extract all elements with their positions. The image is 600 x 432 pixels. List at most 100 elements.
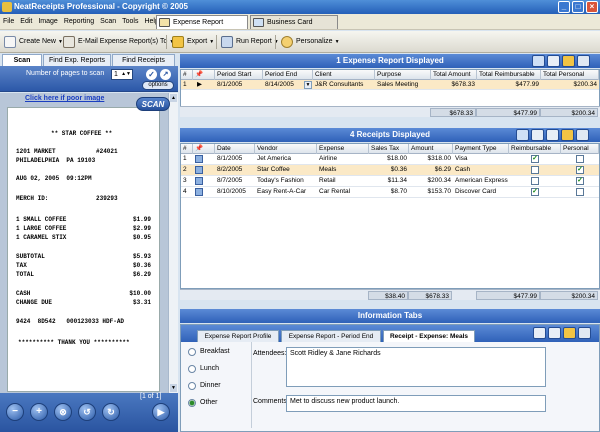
trash-icon[interactable] [576,129,589,141]
table-row[interactable]: 1 8/1/2005 Jet America Airline $18.00 $318.00… [181,154,599,165]
col-header[interactable]: Reimbursable [509,144,561,154]
col-header[interactable]: Date [215,144,255,154]
col-header[interactable]: Total Personal [541,70,599,80]
scroll-up-icon[interactable]: ▲ [170,94,177,102]
col-header[interactable]: # [181,70,193,80]
tab-expense-report-manager[interactable]: Expense Report Manager [156,15,248,40]
receipt-line: ********** THANK YOU ********** [18,339,130,346]
minimize-button[interactable]: _ [558,1,570,13]
tab-expense-report-period-end[interactable]: Expense Report - Period End [281,330,381,342]
reimbursable-checkbox[interactable] [531,166,539,174]
col-header[interactable]: Total Amount [431,70,477,80]
menu-image[interactable]: Image [35,14,60,30]
reimbursable-checkbox[interactable] [531,177,539,185]
print-icon[interactable] [532,55,545,67]
create-new-button[interactable]: Create New ▼ [4,35,63,49]
tab-receipt-expense-meals[interactable]: Receipt - Expense: Meals [383,330,475,342]
col-header[interactable]: Amount [409,144,453,154]
copy-icon[interactable] [548,327,561,339]
save-icon[interactable] [547,55,560,67]
rotate-right-icon[interactable]: ↻ [102,403,120,421]
reimbursable-checkbox[interactable]: ✓ [531,188,539,196]
table-row[interactable]: 2 8/2/2005 Star Coffee Meals $0.36 $6.29 Cash ✓ [181,165,599,176]
personal-checkbox[interactable] [576,155,584,163]
col-header[interactable]: Payment Type [453,144,509,154]
tab-business-card-manager[interactable]: Business Card Manager [250,15,338,40]
menu-scan[interactable]: Scan [97,14,119,30]
zoom-in-icon[interactable]: + [30,403,48,421]
col-header[interactable]: Period End [263,70,313,80]
scroll-down-icon[interactable]: ▼ [170,384,177,392]
cut-icon[interactable] [533,327,546,339]
scan-button[interactable]: SCAN [136,97,170,111]
personal-checkbox[interactable]: ✓ [576,166,584,174]
receipt-line: $3.31 [132,299,151,306]
radio-breakfast[interactable] [188,348,196,356]
pin-icon[interactable]: 📌 [193,70,215,80]
radio-other[interactable] [188,399,196,407]
menu-file[interactable]: File [0,14,17,30]
trash-icon[interactable] [578,327,591,339]
options-button[interactable]: options [142,81,174,90]
tab-expense-report-profile[interactable]: Expense Report Profile [197,330,279,342]
col-header[interactable]: Sales Tax [369,144,409,154]
print-icon[interactable] [516,129,529,141]
col-header[interactable]: Period Start [215,70,263,80]
table-row[interactable]: 4 8/10/2005 Easy Rent-A-Car Car Rental $8.70… [181,187,599,198]
col-header[interactable]: Vendor [255,144,317,154]
reimbursable-checkbox[interactable]: ✓ [531,155,539,163]
vertical-scrollbar[interactable]: ▲ ▼ [168,93,178,393]
col-header[interactable]: # [181,144,193,154]
copy-icon[interactable] [546,129,559,141]
col-header[interactable]: Total Reimbursable [477,70,541,80]
poor-image-link[interactable]: Click here if poor image [25,95,104,102]
delete-icon[interactable]: ⊗ [54,403,72,421]
radio-lunch[interactable] [188,365,196,373]
scan-settings-bar: Number of pages to scan 1 ▲▼ ✓ ↗ options [0,66,178,92]
personal-checkbox[interactable] [576,188,584,196]
new-document-icon [4,36,16,48]
table-row[interactable]: 3 8/7/2005 Today's Fashion Retail $11.34 $200… [181,176,599,187]
personalize-button[interactable]: Personalize ▼ [281,35,340,49]
menu-bar: File Edit Image Reporting Scan Tools Help Expe… [0,14,600,40]
menu-edit[interactable]: Edit [17,14,35,30]
tab-find-exp-reports[interactable]: Find Exp. Reports [43,54,111,66]
col-header[interactable]: Purpose [375,70,431,80]
receipt-icon [159,18,170,27]
folder-icon[interactable] [563,327,576,339]
col-header[interactable]: Client [313,70,375,80]
comments-field[interactable]: Met to discuss new product launch. [286,395,546,412]
close-button[interactable]: × [586,1,598,13]
folder-icon[interactable] [561,129,574,141]
tab-scan[interactable]: Scan [2,54,42,66]
menu-reporting[interactable]: Reporting [61,14,97,30]
dropdown-icon[interactable]: ▼ [304,81,312,89]
folder-icon[interactable] [562,55,575,67]
pin-icon[interactable]: 📌 [193,144,215,154]
cell: 1 [183,81,187,88]
radio-dinner[interactable] [188,382,196,390]
stepper-arrows-icon: ▲▼ [121,71,131,77]
email-report-button[interactable]: E-Mail Expense Report(s) To▼ [63,35,174,49]
cell: 8/10/2005 [217,188,246,195]
zoom-out-icon[interactable]: − [6,403,24,421]
col-header[interactable]: Expense [317,144,369,154]
menu-tools[interactable]: Tools [119,14,141,30]
cell: $318.00 [427,155,452,162]
table-row[interactable]: 1 ▶ 8/1/2005 8/14/2005 ▼ J&R Consultants… [181,80,599,90]
col-header[interactable]: Personal [561,144,599,154]
export-button[interactable]: Export ▼ [172,35,214,49]
pages-stepper[interactable]: 1 ▲▼ [111,69,133,80]
personal-checkbox[interactable]: ✓ [576,177,584,185]
maximize-button[interactable]: □ [572,1,584,13]
cut-icon[interactable] [531,129,544,141]
rotate-left-icon[interactable]: ↺ [78,403,96,421]
receipt-line: MERCH ID: [16,195,49,202]
attendees-field[interactable]: Scott Ridley & Jane Richards [286,347,546,387]
arrow-icon[interactable]: ↗ [160,69,171,80]
run-report-button[interactable]: Run Report ▼ [221,35,279,49]
trash-icon[interactable] [577,55,590,67]
next-page-icon[interactable]: ▶ [152,403,170,421]
tab-find-receipts[interactable]: Find Receipts [112,54,175,66]
check-icon[interactable]: ✓ [146,69,157,80]
